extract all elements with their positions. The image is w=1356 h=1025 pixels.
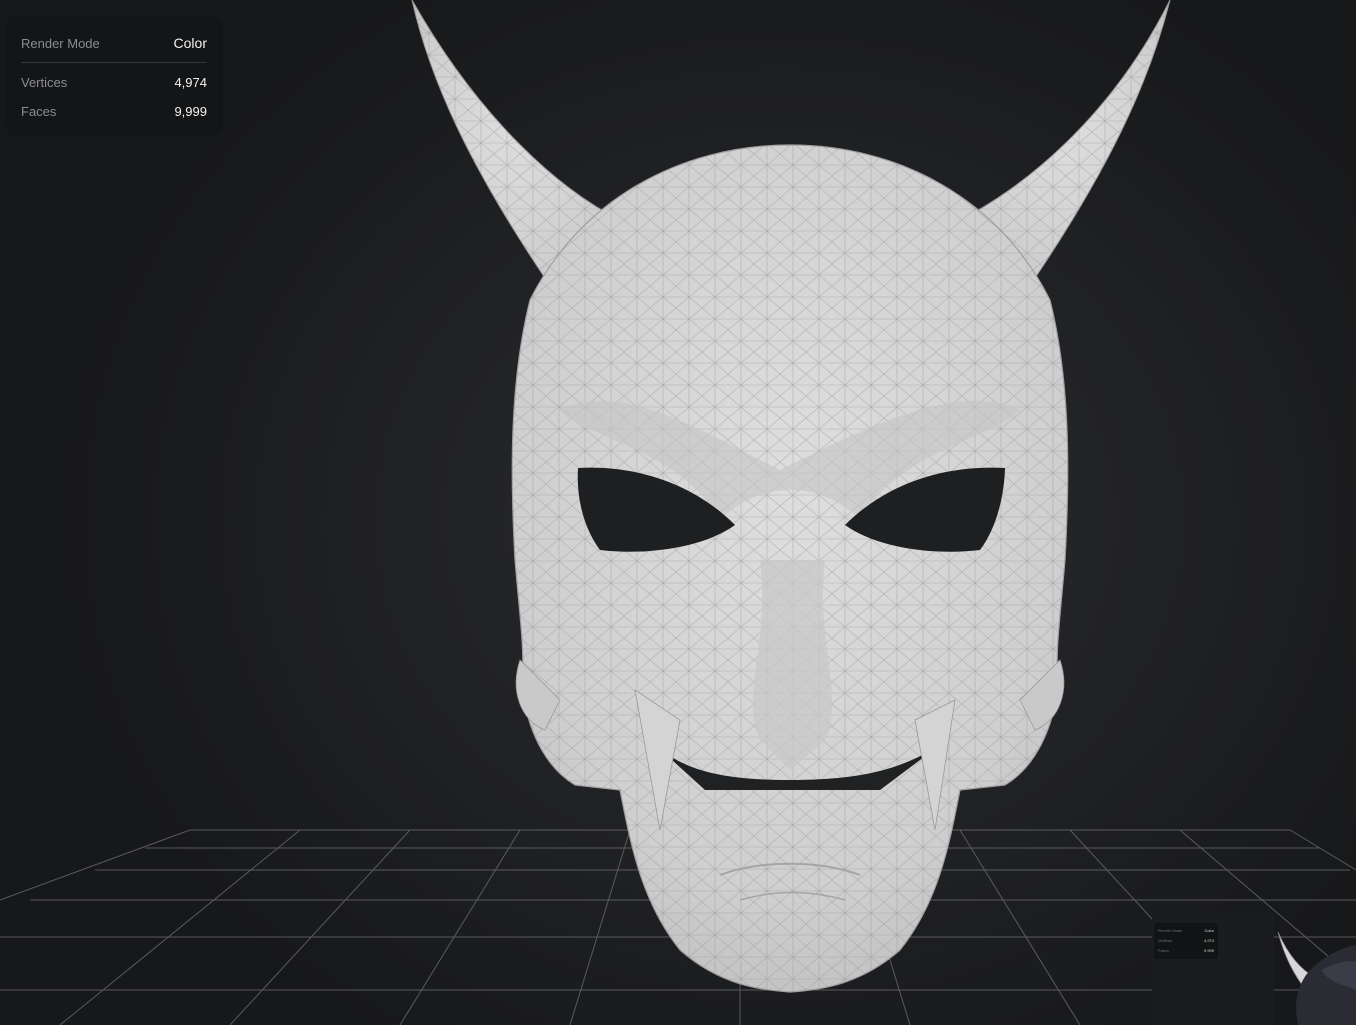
model-stats-panel: Render Mode Color Vertices 4,974 Faces 9… [5, 15, 223, 137]
faces-label: Faces [21, 103, 57, 119]
3d-viewport[interactable]: Render Mode Color Vertices 4,974 Faces 9… [0, 0, 1356, 1025]
thumbnail-stats-panel: Render Mode Color Vertices 4,974 Faces 9… [1154, 923, 1218, 959]
scene-canvas[interactable] [0, 0, 1356, 1025]
vertices-label: Vertices [21, 74, 68, 90]
thumbnail-vertices-value: 4,974 [1203, 938, 1214, 943]
render-mode-row[interactable]: Render Mode Color [21, 33, 207, 53]
render-mode-label: Render Mode [21, 35, 100, 51]
thumbnail-render-mode-label: Render Mode [1158, 928, 1183, 933]
vertices-row: Vertices 4,974 [21, 72, 207, 92]
thumbnail-faces-label: Faces [1158, 948, 1169, 953]
thumbnail-faces-value: 9,999 [1203, 948, 1214, 953]
faces-value: 9,999 [174, 103, 207, 119]
faces-row: Faces 9,999 [21, 101, 207, 121]
thumbnail-vertices-label: Vertices [1158, 938, 1173, 943]
vertices-value: 4,974 [174, 74, 207, 90]
thumbnail-mask-icon [1277, 931, 1356, 1025]
thumbnail-render-mode-value: Color [1204, 928, 1214, 933]
oni-mask-model [411, 0, 1171, 993]
stats-divider [21, 62, 207, 63]
render-mode-value[interactable]: Color [174, 35, 207, 51]
thumbnail-preview[interactable]: Render Mode Color Vertices 4,974 Faces 9… [1152, 913, 1274, 1025]
